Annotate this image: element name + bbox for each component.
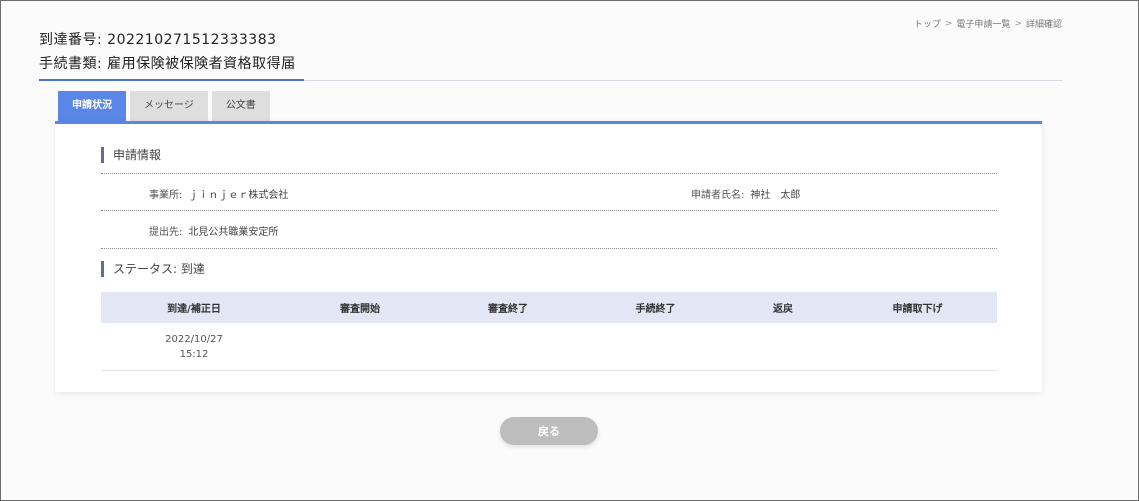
breadcrumb-current: 詳細確認 xyxy=(1025,20,1062,30)
review-end-cell xyxy=(433,323,583,370)
tab-application-status[interactable]: 申請状況 xyxy=(58,91,126,121)
column-header-review-end: 審査終了 xyxy=(488,304,528,315)
breadcrumb: トップ > 電子申請一覧 > 詳細確認 xyxy=(914,17,1062,31)
arrival-date-cell: 2022/10/27 15:12 xyxy=(101,323,287,370)
column-header-review-start: 審査開始 xyxy=(340,304,380,315)
tab-official-documents[interactable]: 公文書 xyxy=(211,91,270,121)
back-button[interactable]: 戻る xyxy=(500,417,598,445)
arrival-number-line: 到達番号: 202210271512333383 xyxy=(39,29,277,49)
status-heading: ステータス: 到達 xyxy=(101,261,205,277)
submit-to-field: 提出先: 北見公共職業安定所 xyxy=(149,223,278,238)
tab-bar: 申請状況 メッセージ 公文書 xyxy=(58,91,270,121)
breadcrumb-top-link[interactable]: トップ xyxy=(914,17,941,30)
submit-to-value: 北見公共職業安定所 xyxy=(188,227,279,238)
review-start-cell xyxy=(287,323,433,370)
breadcrumb-separator: > xyxy=(1014,18,1022,29)
arrival-date: 2022/10/27 xyxy=(165,333,223,345)
status-table-header: 到達/補正日 審査開始 審査終了 手続終了 返戻 申請取下げ xyxy=(101,292,997,323)
status-panel: 申請情報 事業所: ｊｉｎｊｅｒ株式会社 申請者氏名: 神社 太郎 提出先: 北… xyxy=(55,121,1042,392)
office-label: 事業所: xyxy=(149,190,183,201)
divider xyxy=(101,210,997,211)
applicant-value: 神社 太郎 xyxy=(750,190,801,201)
procedure-line: 手続書類: 雇用保険被保険者資格取得届 xyxy=(39,53,296,73)
column-header-procedure-end: 手続終了 xyxy=(635,304,676,315)
breadcrumb-separator: > xyxy=(944,18,953,29)
returned-cell xyxy=(728,323,838,370)
page-frame: トップ > 電子申請一覧 > 詳細確認 到達番号: 20221027151233… xyxy=(0,0,1139,501)
submit-to-label: 提出先: xyxy=(149,227,183,238)
office-field: 事業所: ｊｉｎｊｅｒ株式会社 xyxy=(149,186,288,201)
applicant-label: 申請者氏名: xyxy=(691,190,745,201)
arrival-number-value: 202210271512333383 xyxy=(107,32,277,48)
status-table: 到達/補正日 審査開始 審査終了 手続終了 返戻 申請取下げ 2022/10/2… xyxy=(101,292,997,371)
header-accent-line xyxy=(39,79,304,81)
column-header-returned: 返戻 xyxy=(773,304,793,315)
column-header-arrival-date: 到達/補正日 xyxy=(167,304,221,315)
divider xyxy=(101,248,997,249)
table-row: 2022/10/27 15:12 xyxy=(101,323,997,371)
header-divider xyxy=(39,79,1063,81)
procedure-end-cell xyxy=(583,323,728,370)
withdrawn-cell xyxy=(838,323,997,370)
breadcrumb-list-link[interactable]: 電子申請一覧 xyxy=(956,17,1010,30)
office-value: ｊｉｎｊｅｒ株式会社 xyxy=(188,190,289,201)
applicant-field: 申請者氏名: 神社 太郎 xyxy=(691,186,800,201)
procedure-name: 雇用保険被保険者資格取得届 xyxy=(107,56,296,72)
arrival-number-label: 到達番号: xyxy=(39,32,108,48)
column-header-withdrawn: 申請取下げ xyxy=(892,304,943,315)
procedure-label: 手続書類: xyxy=(39,56,108,72)
divider xyxy=(101,173,997,174)
arrival-time: 15:12 xyxy=(179,348,209,360)
tab-messages[interactable]: メッセージ xyxy=(130,91,208,121)
application-info-heading: 申請情報 xyxy=(101,147,161,163)
